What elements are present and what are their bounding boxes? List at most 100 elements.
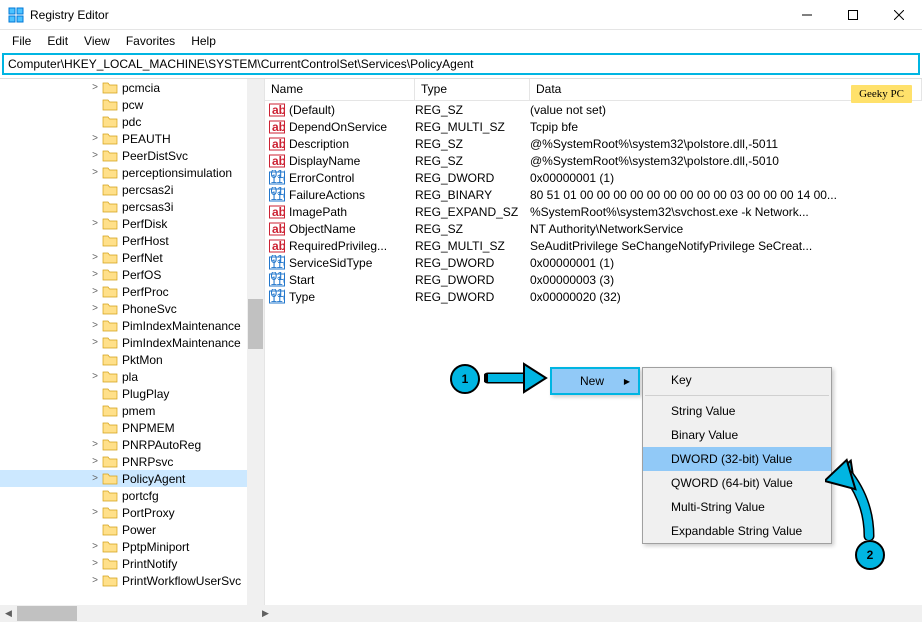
chevron-icon[interactable]: > xyxy=(90,371,100,382)
list-row[interactable]: DependOnServiceREG_MULTI_SZTcpip bfe xyxy=(265,118,922,135)
value-type: REG_DWORD xyxy=(415,171,530,185)
chevron-icon[interactable]: > xyxy=(90,337,100,348)
chevron-icon[interactable]: > xyxy=(90,575,100,586)
tree-item[interactable]: >pmem xyxy=(0,402,264,419)
folder-icon xyxy=(102,404,118,417)
chevron-icon[interactable]: > xyxy=(90,558,100,569)
tree-item[interactable]: > PptpMiniport xyxy=(0,538,264,555)
address-bar[interactable]: Computer\HKEY_LOCAL_MACHINE\SYSTEM\Curre… xyxy=(2,53,920,75)
list-body[interactable]: (Default)REG_SZ(value not set)DependOnSe… xyxy=(265,101,922,305)
list-row[interactable]: DisplayNameREG_SZ@%SystemRoot%\system32\… xyxy=(265,152,922,169)
context-menu-new[interactable]: New ▶ xyxy=(552,369,638,393)
value-data: @%SystemRoot%\system32\polstore.dll,-501… xyxy=(530,137,922,151)
list-row[interactable]: DescriptionREG_SZ@%SystemRoot%\system32\… xyxy=(265,135,922,152)
close-button[interactable] xyxy=(876,0,922,30)
tree-item[interactable]: >PolicyAgent xyxy=(0,470,264,487)
minimize-button[interactable] xyxy=(784,0,830,30)
list-row[interactable]: TypeREG_DWORD0x00000020 (32) xyxy=(265,288,922,305)
tree-item[interactable]: >PerfHost xyxy=(0,232,264,249)
tree-item[interactable]: >PktMon xyxy=(0,351,264,368)
tree-item[interactable]: >PrintNotify xyxy=(0,555,264,572)
submenu-binary-value[interactable]: Binary Value xyxy=(643,423,831,447)
chevron-icon[interactable]: > xyxy=(90,82,100,93)
tree-item[interactable]: >PerfDisk xyxy=(0,215,264,232)
submenu-multi-label: Multi-String Value xyxy=(671,500,765,514)
tree-item[interactable]: >PerfProc xyxy=(0,283,264,300)
binary-value-icon xyxy=(269,272,285,288)
tree-item[interactable]: >PeerDistSvc xyxy=(0,147,264,164)
tree-item[interactable]: >PEAUTH xyxy=(0,130,264,147)
chevron-icon[interactable]: > xyxy=(90,167,100,178)
list-row[interactable]: ObjectNameREG_SZNT Authority\NetworkServ… xyxy=(265,220,922,237)
tree-item[interactable]: >pcw xyxy=(0,96,264,113)
tree-item-label: PptpMiniport xyxy=(122,540,189,554)
chevron-icon[interactable]: > xyxy=(90,133,100,144)
list-row[interactable]: ImagePathREG_EXPAND_SZ%SystemRoot%\syste… xyxy=(265,203,922,220)
col-header-type[interactable]: Type xyxy=(415,79,530,100)
submenu-expandable-string-value[interactable]: Expandable String Value xyxy=(643,519,831,543)
submenu-dword-value[interactable]: DWORD (32-bit) Value xyxy=(643,447,831,471)
maximize-button[interactable] xyxy=(830,0,876,30)
tree-scroll[interactable]: >pcmcia>pcw>pdc>PEAUTH>PeerDistSvc>perce… xyxy=(0,79,264,618)
tree-item[interactable]: >PlugPlay xyxy=(0,385,264,402)
list-row[interactable]: ErrorControlREG_DWORD0x00000001 (1) xyxy=(265,169,922,186)
chevron-icon[interactable]: > xyxy=(90,456,100,467)
tree-item[interactable]: >PerfOS xyxy=(0,266,264,283)
tree-item[interactable]: >pla xyxy=(0,368,264,385)
value-data: 0x00000003 (3) xyxy=(530,273,922,287)
tree-item[interactable]: >PNRPsvc xyxy=(0,453,264,470)
menu-view[interactable]: View xyxy=(76,32,118,50)
folder-icon xyxy=(102,472,118,485)
scrollbar-thumb[interactable] xyxy=(248,299,263,349)
list-row[interactable]: FailureActionsREG_BINARY80 51 01 00 00 0… xyxy=(265,186,922,203)
tree-item[interactable]: >PimIndexMaintenance xyxy=(0,317,264,334)
hscroll-thumb[interactable] xyxy=(17,606,77,621)
tree-item[interactable]: >portcfg xyxy=(0,487,264,504)
tree-item[interactable]: >PerfNet xyxy=(0,249,264,266)
tree-item[interactable]: >PNRPAutoReg xyxy=(0,436,264,453)
tree-item[interactable]: >PhoneSvc xyxy=(0,300,264,317)
submenu-qword-value[interactable]: QWORD (64-bit) Value xyxy=(643,471,831,495)
chevron-icon[interactable]: > xyxy=(90,286,100,297)
chevron-icon[interactable]: > xyxy=(90,473,100,484)
chevron-icon[interactable]: > xyxy=(90,218,100,229)
tree-scrollbar[interactable] xyxy=(247,79,264,618)
chevron-icon[interactable]: > xyxy=(90,320,100,331)
chevron-icon[interactable]: > xyxy=(90,303,100,314)
tree-item[interactable]: >PrintWorkflowUserSvc xyxy=(0,572,264,589)
value-data: 80 51 01 00 00 00 00 00 00 00 00 00 03 0… xyxy=(530,188,922,202)
chevron-icon[interactable]: > xyxy=(90,507,100,518)
horizontal-scrollbar[interactable]: ◀ ▶ xyxy=(0,605,922,622)
chevron-icon[interactable]: > xyxy=(90,252,100,263)
list-row[interactable]: StartREG_DWORD0x00000003 (3) xyxy=(265,271,922,288)
submenu-string-value[interactable]: String Value xyxy=(643,399,831,423)
scroll-right-button[interactable]: ▶ xyxy=(257,605,274,622)
folder-icon xyxy=(102,217,118,230)
chevron-icon[interactable]: > xyxy=(90,269,100,280)
tree-item[interactable]: >Power xyxy=(0,521,264,538)
tree-item-label: percsas3i xyxy=(122,200,173,214)
tree-item[interactable]: >perceptionsimulation xyxy=(0,164,264,181)
chevron-icon[interactable]: > xyxy=(90,541,100,552)
tree-item[interactable]: >PortProxy xyxy=(0,504,264,521)
value-type: REG_SZ xyxy=(415,137,530,151)
tree-item[interactable]: >PimIndexMaintenance xyxy=(0,334,264,351)
submenu-key[interactable]: Key xyxy=(643,368,831,392)
tree-item[interactable]: >percsas3i xyxy=(0,198,264,215)
submenu-multi-string-value[interactable]: Multi-String Value xyxy=(643,495,831,519)
list-row[interactable]: (Default)REG_SZ(value not set) xyxy=(265,101,922,118)
list-row[interactable]: ServiceSidTypeREG_DWORD0x00000001 (1) xyxy=(265,254,922,271)
col-header-name[interactable]: Name xyxy=(265,79,415,100)
tree-item[interactable]: >pdc xyxy=(0,113,264,130)
tree-item[interactable]: >PNPMEM xyxy=(0,419,264,436)
chevron-icon[interactable]: > xyxy=(90,439,100,450)
list-row[interactable]: RequiredPrivileg...REG_MULTI_SZSeAuditPr… xyxy=(265,237,922,254)
tree-item[interactable]: >pcmcia xyxy=(0,79,264,96)
tree-item[interactable]: >percsas2i xyxy=(0,181,264,198)
chevron-icon[interactable]: > xyxy=(90,150,100,161)
menu-help[interactable]: Help xyxy=(183,32,224,50)
menu-file[interactable]: File xyxy=(4,32,39,50)
scroll-left-button[interactable]: ◀ xyxy=(0,605,17,622)
menu-favorites[interactable]: Favorites xyxy=(118,32,183,50)
menu-edit[interactable]: Edit xyxy=(39,32,76,50)
